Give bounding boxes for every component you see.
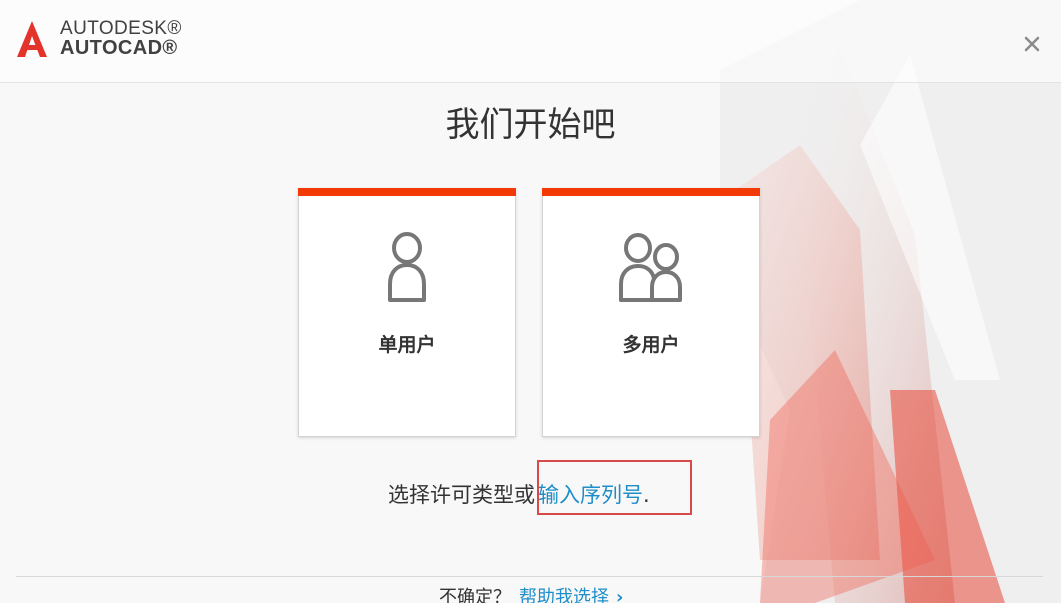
not-sure-text: 不确定？ <box>439 587 511 603</box>
footer-divider <box>16 576 1043 577</box>
chevron-right-icon[interactable]: › <box>616 587 623 603</box>
enter-serial-number-link[interactable]: 输入序列号 <box>538 483 643 507</box>
multi-user-label: 多用户 <box>622 334 680 356</box>
single-user-card[interactable]: 单用户 <box>298 188 516 437</box>
header: AUTODESK® AUTOCAD® <box>0 0 1061 83</box>
single-user-icon <box>388 232 426 302</box>
autocad-license-window: AUTODESK® AUTOCAD® 我们开始吧 单用户 多用户 选择许可类型或… <box>0 0 1061 603</box>
license-prompt-period: . <box>643 483 650 507</box>
multi-user-icon <box>619 233 682 302</box>
background-art <box>720 0 1061 603</box>
help-me-choose-link[interactable]: 帮助我选择 <box>519 587 609 603</box>
page-title: 我们开始吧 <box>445 105 616 145</box>
card-accent-bar <box>298 188 516 196</box>
single-user-label: 单用户 <box>378 334 436 356</box>
autodesk-a-icon <box>17 21 47 57</box>
close-icon[interactable] <box>1023 35 1041 53</box>
card-accent-bar <box>542 188 760 196</box>
license-prompt-text: 选择许可类型或 <box>388 483 535 507</box>
help-choose-section: 不确定？ 帮助我选择 › <box>439 587 623 603</box>
license-type-prompt: 选择许可类型或 输入序列号. <box>388 479 650 511</box>
brand-autocad: AUTOCAD® <box>60 37 178 59</box>
multi-user-card[interactable]: 多用户 <box>542 188 760 437</box>
brand-autodesk: AUTODESK® <box>60 18 182 39</box>
